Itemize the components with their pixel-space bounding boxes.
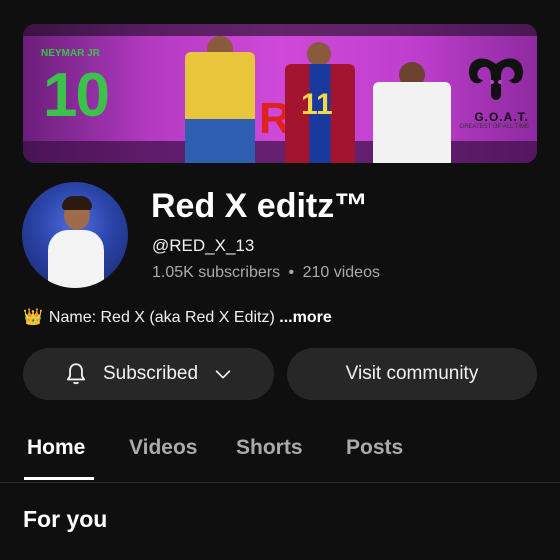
description-text: Name: Red X (aka Red X Editz) (48, 309, 275, 326)
channel-description[interactable]: 👑 Name: Red X (aka Red X Editz) ...more (23, 307, 332, 327)
player-2-number: 11 (301, 88, 333, 121)
subscribed-label: Subscribed (102, 363, 199, 384)
stats-separator: • (288, 264, 295, 281)
channel-banner: NEYMAR JR 10 RED X 11 G.O.A.T. GREATEST … (23, 24, 537, 163)
channel-stats: 1.05K subscribers • 210 videos (152, 264, 380, 282)
tab-posts[interactable]: Posts (346, 436, 403, 460)
avatar-figure-hair (62, 196, 92, 210)
goat-logo-icon (469, 58, 523, 100)
video-count: 210 videos (302, 264, 380, 281)
channel-handle: @RED_X_13 (152, 236, 255, 255)
banner-small-text: NEYMAR JR (41, 48, 100, 59)
banner-top-strip (23, 24, 537, 36)
channel-tabs: Home Videos Shorts Posts (0, 430, 560, 482)
channel-avatar[interactable] (22, 182, 128, 288)
subscriber-count: 1.05K subscribers (152, 264, 281, 281)
player-2-head (307, 42, 331, 66)
section-title: For you (23, 506, 108, 532)
subscribed-button[interactable]: Subscribed (23, 348, 274, 400)
banner-bottom-strip (23, 141, 537, 163)
tab-shorts[interactable]: Shorts (236, 436, 303, 460)
crown-icon: 👑 (23, 309, 43, 326)
bell-icon (66, 363, 86, 385)
more-link[interactable]: ...more (279, 309, 331, 326)
avatar-figure-body (48, 230, 104, 288)
visit-community-button[interactable]: Visit community (287, 348, 537, 400)
tab-videos[interactable]: Videos (129, 436, 197, 460)
banner-number: 10 (43, 61, 110, 130)
player-3-figure (373, 82, 451, 163)
chevron-down-icon (215, 370, 231, 379)
active-tab-indicator (24, 477, 94, 480)
channel-name: Red X editz™ (151, 187, 369, 225)
goat-subtitle: GREATEST OF ALL TIME (459, 124, 529, 130)
player-1-figure (185, 52, 255, 163)
channel-page: NEYMAR JR 10 RED X 11 G.O.A.T. GREATEST … (0, 0, 560, 560)
visit-community-label: Visit community (345, 363, 479, 384)
goat-title: G.O.A.T. (474, 110, 529, 124)
tabs-divider (0, 482, 560, 483)
tab-home[interactable]: Home (27, 436, 85, 460)
